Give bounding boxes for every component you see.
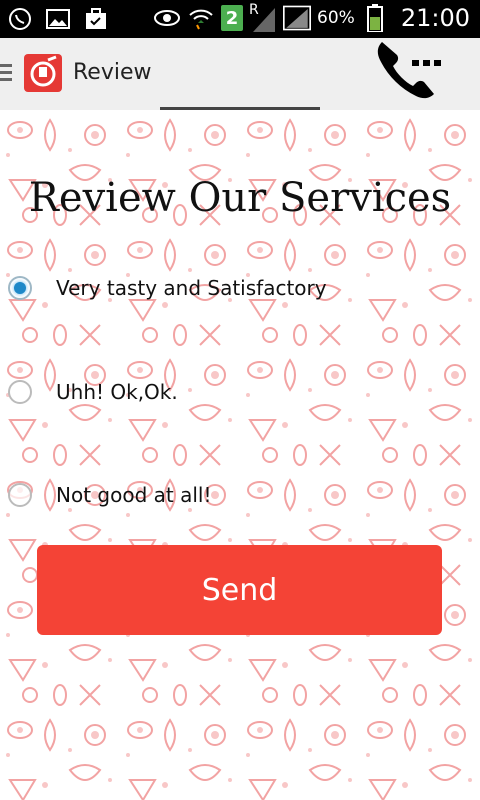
battery-icon bbox=[361, 4, 389, 32]
cellular-signal-icon bbox=[283, 4, 312, 32]
option-label: Not good at all! bbox=[56, 483, 212, 507]
radio-button[interactable] bbox=[8, 380, 32, 404]
option-label: Very tasty and Satisfactory bbox=[56, 276, 327, 300]
action-bar: Review bbox=[0, 38, 480, 111]
option-label: Uhh! Ok,Ok. bbox=[56, 380, 178, 404]
radio-button[interactable] bbox=[8, 483, 32, 507]
whatsapp-icon bbox=[6, 5, 34, 33]
page-title: Review bbox=[73, 60, 152, 85]
wifi-icon bbox=[187, 4, 215, 32]
call-button[interactable] bbox=[372, 38, 452, 110]
option-ok[interactable]: Uhh! Ok,Ok. bbox=[8, 380, 178, 404]
briefcase-icon bbox=[82, 5, 110, 33]
battery-percent: 60% bbox=[317, 8, 355, 28]
gallery-icon bbox=[44, 5, 72, 33]
app-logo-icon[interactable] bbox=[24, 54, 62, 92]
roaming-label: R bbox=[249, 2, 259, 18]
signal-icon: R bbox=[249, 2, 277, 32]
eye-icon bbox=[153, 4, 181, 32]
radio-button[interactable] bbox=[8, 276, 32, 300]
option-very-tasty[interactable]: Very tasty and Satisfactory bbox=[8, 276, 327, 300]
status-bar: 2 R 60% 21:00 bbox=[0, 0, 480, 38]
option-not-good[interactable]: Not good at all! bbox=[8, 483, 211, 507]
drawer-menu-icon[interactable] bbox=[0, 64, 12, 85]
review-heading: Review Our Services bbox=[28, 175, 452, 221]
sim-badge-icon: 2 bbox=[221, 5, 244, 31]
phone-icon bbox=[377, 42, 441, 99]
send-button[interactable]: Send bbox=[37, 545, 442, 635]
clock: 21:00 bbox=[400, 4, 470, 32]
review-content: Review Our Services Very tasty and Satis… bbox=[0, 110, 480, 800]
